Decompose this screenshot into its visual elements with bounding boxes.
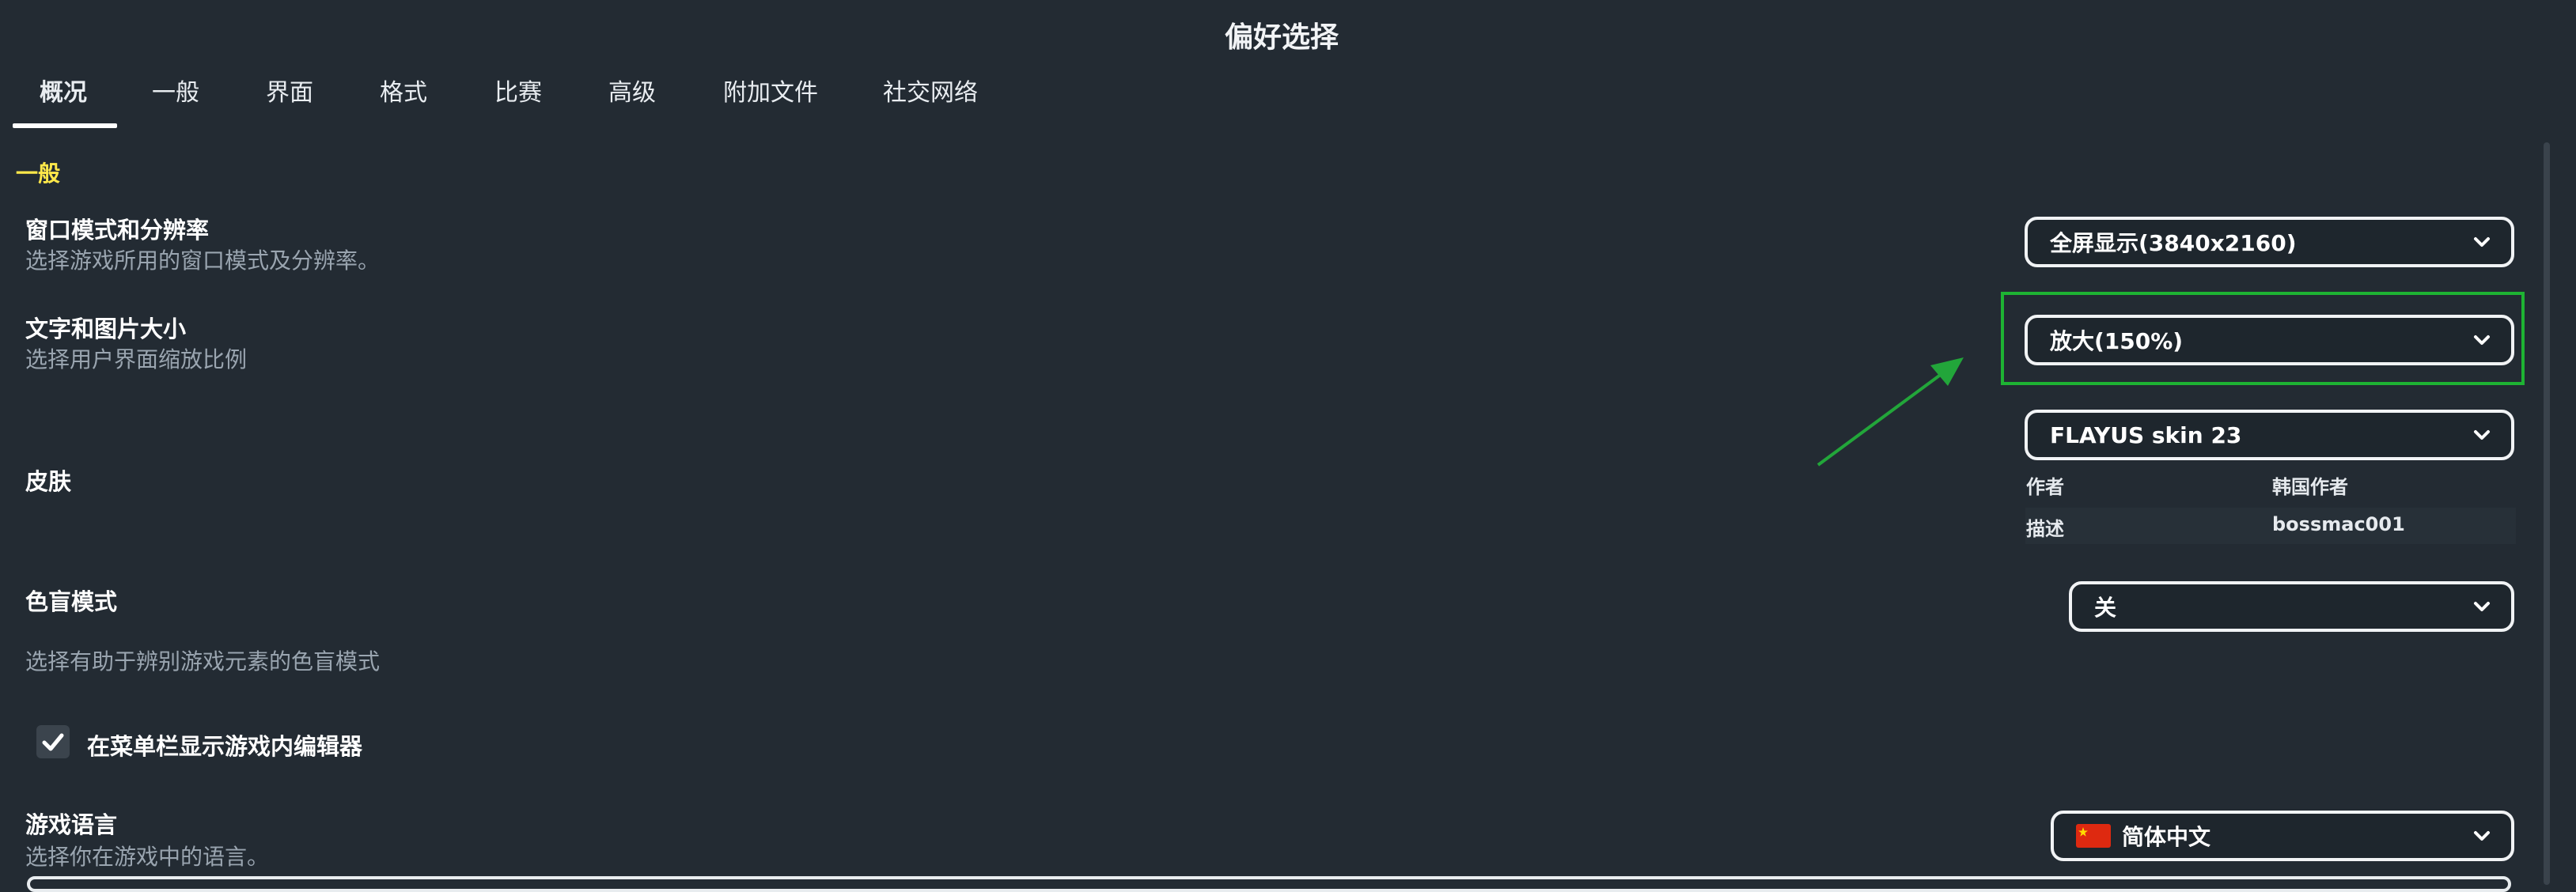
next-field-partial [27,876,2511,892]
text-size-label: 文字和图片大小 [25,316,187,342]
skin-dropdown[interactable]: FLAYUS skin 23 [2025,410,2514,460]
tab-format[interactable]: 格式 [380,73,427,128]
skin-label: 皮肤 [25,468,72,495]
tab-advanced[interactable]: 高级 [608,73,656,128]
language-description: 选择你在游戏中的语言。 [25,844,270,870]
tab-interface[interactable]: 界面 [266,73,313,128]
dialog-title: 偏好选择 [1224,21,1339,54]
chevron-down-icon [2474,237,2490,247]
skin-value: FLAYUS skin 23 [2050,421,2242,448]
skin-description-label: 描述 [2026,518,2064,540]
chevron-down-icon [2474,831,2490,841]
tab-general[interactable]: 一般 [152,73,199,128]
text-size-description: 选择用户界面缩放比例 [25,346,248,372]
checkmark-icon [42,733,64,751]
tab-addons[interactable]: 附加文件 [723,73,818,128]
editor-checkbox[interactable] [36,725,70,758]
tab-match[interactable]: 比赛 [494,73,542,128]
colorblind-description: 选择有助于辨别游戏元素的色盲模式 [25,648,381,675]
window-mode-dropdown[interactable]: 全屏显示(3840x2160) [2025,217,2514,267]
editor-checkbox-label[interactable]: 在菜单栏显示游戏内编辑器 [87,728,362,762]
language-dropdown[interactable]: 简体中文 [2051,811,2514,861]
section-title: 一般 [16,161,61,187]
china-flag-icon [2076,824,2111,848]
colorblind-dropdown[interactable]: 关 [2069,581,2514,632]
tab-overview[interactable]: 概况 [40,73,87,128]
language-value: 简体中文 [2122,824,2211,850]
scrollbar[interactable] [2544,142,2550,885]
active-tab-indicator [13,123,117,128]
colorblind-value: 关 [2094,595,2117,621]
window-mode-label: 窗口模式和分辨率 [25,217,210,244]
colorblind-label: 色盲模式 [25,588,118,615]
annotation-arrow-icon [1816,357,1964,467]
skin-meta-row-background [2025,508,2516,544]
tab-bar: 概况 一般 界面 格式 比赛 高级 附加文件 社交网络 [0,73,1029,128]
window-mode-description: 选择游戏所用的窗口模式及分辨率。 [25,248,381,274]
skin-author-label: 作者 [2026,476,2064,498]
tab-social[interactable]: 社交网络 [883,73,978,128]
skin-description-value: bossmac001 [2272,513,2405,535]
chevron-down-icon [2474,430,2490,440]
window-mode-value: 全屏显示(3840x2160) [2050,230,2297,256]
skin-author-value: 韩国作者 [2272,476,2348,498]
chevron-down-icon [2474,335,2490,345]
language-label: 游戏语言 [25,811,118,838]
text-size-dropdown[interactable]: 放大(150%) [2025,315,2514,365]
chevron-down-icon [2474,602,2490,611]
text-size-value: 放大(150%) [2050,328,2184,354]
